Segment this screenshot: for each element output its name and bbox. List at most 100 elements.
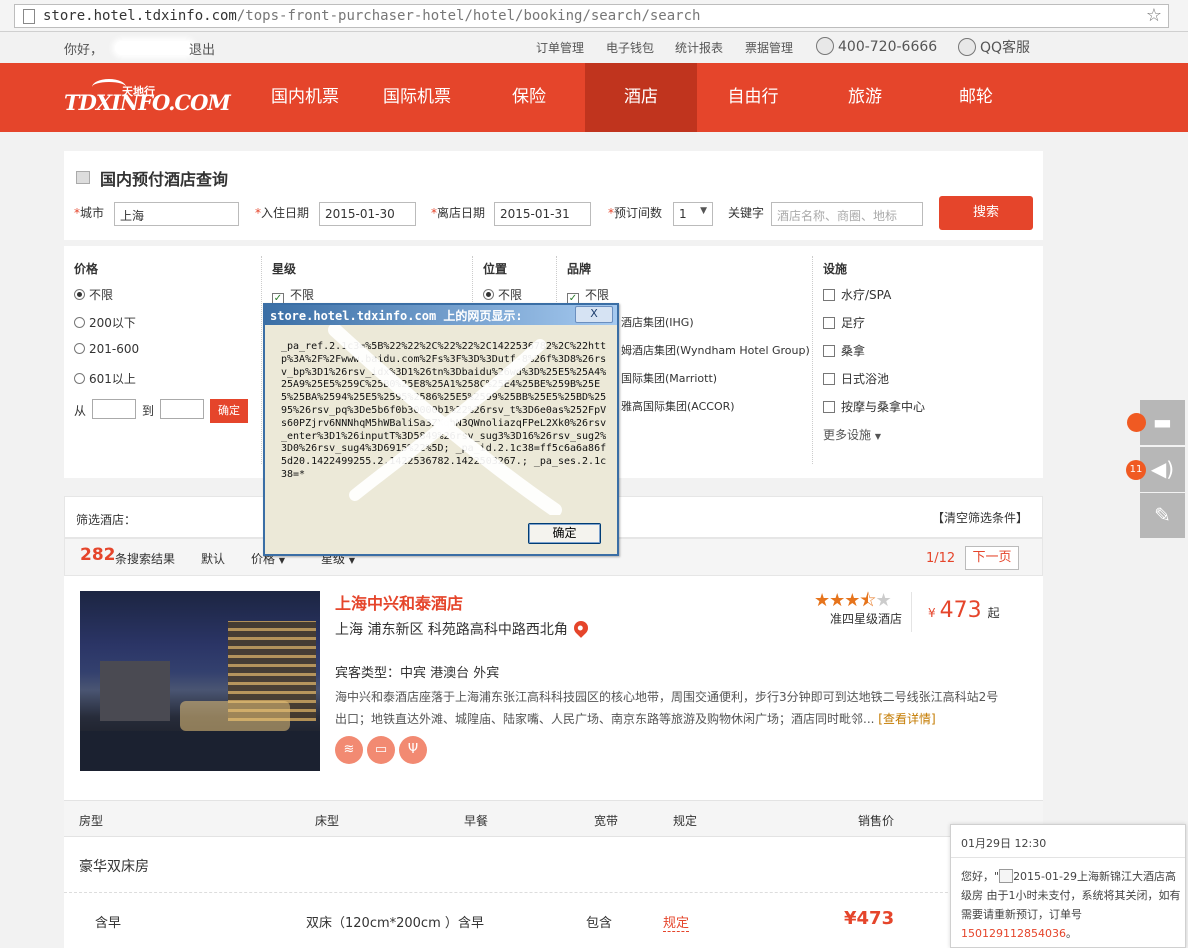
- notification-popup: 01月29日 12:30 您好，" 2015-01-29上海新锦江大酒店高级房 由…: [950, 824, 1186, 948]
- clear-filters-link[interactable]: 【清空筛选条件】: [932, 509, 1028, 526]
- qq-service-link[interactable]: QQ客服: [958, 37, 1030, 57]
- qq-icon: [958, 38, 976, 56]
- price-option-under200[interactable]: 200以下: [74, 314, 136, 331]
- radio-icon: [74, 289, 85, 300]
- price-option-any[interactable]: 不限: [74, 286, 113, 303]
- breakfast: 含早: [458, 916, 485, 931]
- chat-badge: [1127, 413, 1146, 432]
- divider: [812, 256, 813, 464]
- alert-dialog: store.hotel.tdxinfo.com 上的网页显示: X _pa_re…: [263, 303, 619, 556]
- divider: [951, 857, 1185, 858]
- search-button[interactable]: 搜索: [939, 196, 1033, 230]
- checkout-date-input[interactable]: 2015-01-31: [494, 202, 591, 226]
- sort-default[interactable]: 默认: [201, 550, 225, 567]
- caret-down-icon: ▼: [278, 556, 285, 565]
- photo-pool: [80, 731, 320, 771]
- rooms-label: *预订间数: [608, 206, 663, 220]
- keyword-label: 关键字: [728, 206, 765, 220]
- brand-option-wyndham[interactable]: 姆酒店集团(Wyndham Hotel Group): [621, 342, 810, 358]
- facility-option-massage-center[interactable]: 按摩与桑拿中心: [823, 398, 925, 415]
- nav-cruise[interactable]: 邮轮: [921, 63, 1031, 132]
- radio-icon: [483, 289, 494, 300]
- bookmark-star-icon[interactable]: ☆: [1146, 5, 1162, 26]
- hotel-address: 上海 浦东新区 科苑路高科中路西北角: [335, 618, 591, 639]
- view-details-link[interactable]: [查看详情]: [878, 712, 935, 726]
- wallet-link[interactable]: 电子钱包: [606, 39, 654, 56]
- close-button[interactable]: X: [575, 306, 613, 323]
- facility-option-sauna[interactable]: 桑拿: [823, 342, 865, 359]
- nav-insurance[interactable]: 保险: [474, 63, 584, 132]
- dialog-titlebar[interactable]: store.hotel.tdxinfo.com 上的网页显示: X: [265, 305, 617, 325]
- building-icon: [76, 171, 90, 184]
- hotel-name-link[interactable]: 上海中兴和泰酒店: [335, 590, 463, 614]
- dialog-message: _pa_ref.2.1c3=%5B%22%22%2C%22%22%2C14225…: [281, 341, 607, 480]
- price-ok-button[interactable]: 确定: [210, 399, 248, 423]
- nav-hotel[interactable]: 酒店: [585, 63, 697, 132]
- chat-icon[interactable]: ▬: [1140, 400, 1185, 445]
- price-option-above601[interactable]: 601以上: [74, 370, 136, 387]
- price-max-input[interactable]: [160, 399, 204, 419]
- keyword-input[interactable]: 酒店名称、商圈、地标: [771, 202, 923, 226]
- price-filter-title: 价格: [74, 262, 99, 276]
- price-option-201-600[interactable]: 201-600: [74, 342, 139, 356]
- dialog-ok-button[interactable]: 确定: [528, 523, 601, 544]
- star-filter-title: 星级: [272, 262, 297, 276]
- location-option-any[interactable]: 不限: [483, 286, 522, 303]
- main-nav: TDXINFO.COM 天地行 国内机票 国际机票 保险 酒店 自由行 旅游 邮…: [0, 63, 1188, 132]
- photo-lights: [180, 701, 290, 731]
- order-number-link[interactable]: 150129112854036: [961, 927, 1066, 940]
- checkin-date-input[interactable]: 2015-01-30: [319, 202, 416, 226]
- brand-option-accor[interactable]: 雅高国际集团(ACCOR): [621, 398, 735, 414]
- map-pin-icon[interactable]: [571, 618, 591, 638]
- hotel-photo[interactable]: [80, 591, 320, 771]
- rules-link[interactable]: 规定: [663, 912, 690, 932]
- phone-number: 400-720-6666: [816, 37, 937, 55]
- orders-link[interactable]: 订单管理: [536, 39, 584, 56]
- nav-domestic-flights[interactable]: 国内机票: [250, 63, 360, 132]
- col-breakfast: 早餐: [464, 814, 489, 828]
- city-label: *城市: [74, 206, 105, 220]
- brand-option-ihg[interactable]: 酒店集团(IHG): [621, 314, 694, 330]
- nav-free-travel[interactable]: 自由行: [698, 63, 808, 132]
- checkbox-icon: [823, 317, 835, 329]
- col-bed-type: 床型: [315, 814, 340, 828]
- nav-tours[interactable]: 旅游: [810, 63, 920, 132]
- browser-toolbar: store.hotel.tdxinfo.com/tops-front-purch…: [0, 0, 1188, 32]
- next-page-button[interactable]: 下一页: [965, 546, 1019, 570]
- dialog-title: store.hotel.tdxinfo.com 上的网页显示:: [270, 309, 523, 323]
- price-from-label: 从: [74, 404, 87, 418]
- city-input[interactable]: 上海: [114, 202, 239, 226]
- page-icon: [23, 9, 35, 24]
- room-price: ¥473: [844, 908, 895, 929]
- broadband: 包含: [586, 916, 613, 931]
- guest-type: 宾客类型：中宾 港澳台 外宾: [335, 666, 500, 681]
- tdx-logo[interactable]: TDXINFO.COM 天地行: [64, 78, 231, 118]
- logo-cn-text: 天地行: [122, 85, 155, 98]
- notification-time: 01月29日 12:30: [961, 837, 1047, 850]
- table-row: 含早 双床（120cm*200cm ） 含早 包含 规定 ¥473: [64, 893, 1043, 948]
- broken-image-icon: [999, 869, 1014, 883]
- hotel-price: ¥473 起: [928, 598, 1000, 623]
- nav-international-flights[interactable]: 国际机票: [362, 63, 472, 132]
- logout-link[interactable]: 退出: [189, 39, 215, 58]
- address-bar[interactable]: store.hotel.tdxinfo.com/tops-front-purch…: [14, 4, 1169, 28]
- facility-option-foot-massage[interactable]: 足疗: [823, 314, 865, 331]
- result-count: 282: [80, 545, 116, 565]
- user-bar: 你好， 退出 订单管理 电子钱包 统计报表 票据管理 400-720-6666 …: [0, 32, 1188, 63]
- edit-icon[interactable]: ✎: [1140, 493, 1185, 538]
- brand-option-marriott[interactable]: 国际集团(Marriott): [621, 370, 717, 386]
- rooms-select[interactable]: 1 ▼: [673, 202, 713, 226]
- radio-icon: [74, 317, 85, 328]
- url-text[interactable]: store.hotel.tdxinfo.com/tops-front-purch…: [43, 8, 700, 24]
- invoices-link[interactable]: 票据管理: [745, 39, 793, 56]
- sound-icon[interactable]: ◀): [1140, 447, 1185, 492]
- reports-link[interactable]: 统计报表: [675, 39, 723, 56]
- page-indicator: 1/12: [926, 551, 956, 566]
- facility-option-japanese-bath[interactable]: 日式浴池: [823, 370, 889, 387]
- checkbox-icon: [823, 345, 835, 357]
- phone-icon: [816, 37, 834, 55]
- more-facilities-link[interactable]: 更多设施 ▼: [823, 426, 881, 443]
- star-label: 准四星级酒店: [830, 612, 903, 626]
- facility-option-spa[interactable]: 水疗/SPA: [823, 286, 891, 303]
- price-min-input[interactable]: [92, 399, 136, 419]
